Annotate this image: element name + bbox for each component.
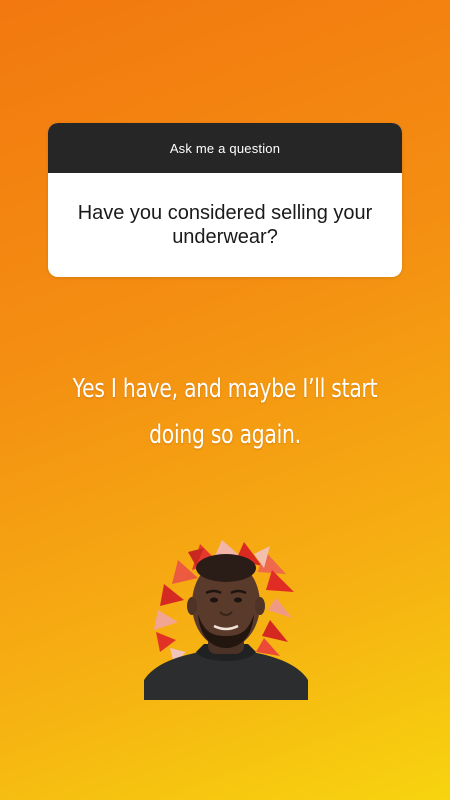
person-cutout-sticker-icon[interactable]: [144, 540, 308, 700]
story-canvas: Ask me a question Have you considered se…: [0, 0, 450, 800]
question-sticker-header-label: Ask me a question: [169, 140, 281, 156]
question-text: Have you considered selling your underwe…: [77, 202, 373, 248]
question-sticker-header: Ask me a question: [48, 123, 402, 173]
answer-text: Yes I have, and maybe I’ll start doing s…: [72, 374, 378, 450]
face: [187, 554, 265, 648]
question-sticker[interactable]: Ask me a question Have you considered se…: [48, 123, 402, 277]
question-sticker-body: Have you considered selling your underwe…: [48, 173, 402, 277]
